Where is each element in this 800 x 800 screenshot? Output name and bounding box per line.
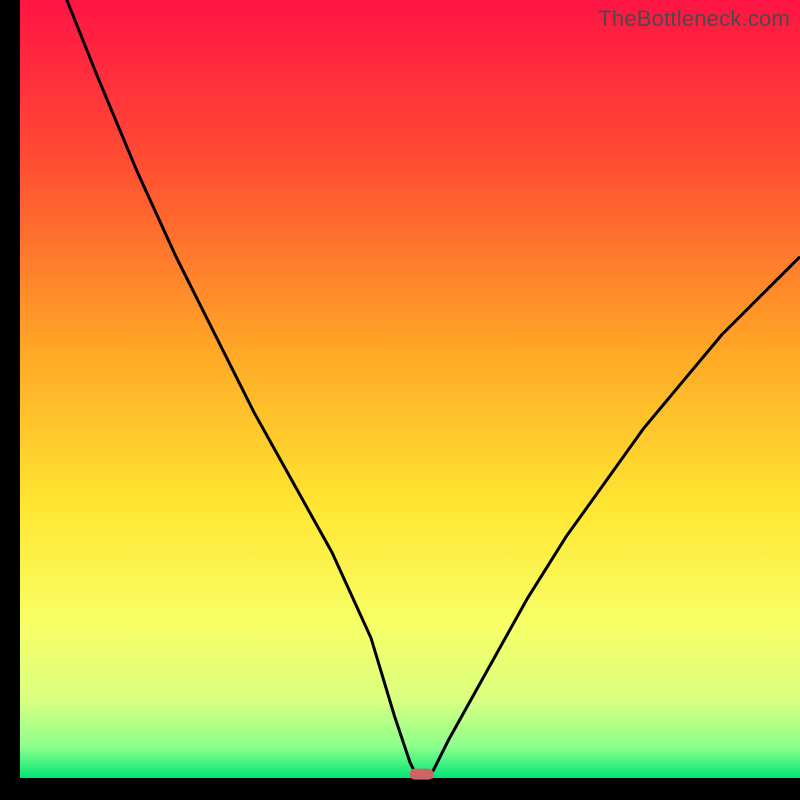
optimal-marker [410, 769, 434, 780]
plot-background [20, 0, 800, 778]
chart-stage: TheBottleneck.com [0, 0, 800, 800]
watermark-text: TheBottleneck.com [598, 6, 790, 32]
frame-bottom [0, 778, 800, 800]
bottleneck-chart [0, 0, 800, 800]
frame-left [0, 0, 20, 800]
